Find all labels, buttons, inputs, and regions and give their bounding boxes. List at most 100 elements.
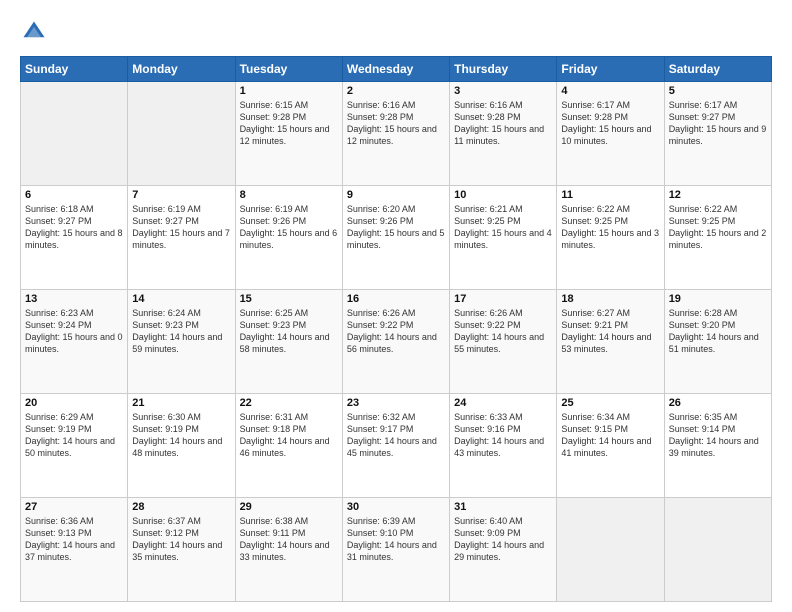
day-number: 22 (240, 397, 338, 409)
calendar-cell: 15 Sunrise: 6:25 AMSunset: 9:23 PMDayligh… (235, 290, 342, 394)
day-header-friday: Friday (557, 57, 664, 82)
calendar-cell: 23 Sunrise: 6:32 AMSunset: 9:17 PMDayligh… (342, 394, 449, 498)
day-number: 12 (669, 189, 767, 201)
calendar-cell: 22Sunrise: 6:31 AMSunset: 9:18 PMDayligh… (235, 394, 342, 498)
logo (20, 18, 52, 46)
day-header-wednesday: Wednesday (342, 57, 449, 82)
day-number: 9 (347, 189, 445, 201)
header-row: SundayMondayTuesdayWednesdayThursdayFrid… (21, 57, 772, 82)
calendar-body: 1Sunrise: 6:15 AMSunset: 9:28 PMDaylight… (21, 82, 772, 602)
calendar-cell: 4 Sunrise: 6:17 AMSunset: 9:28 PMDaylight… (557, 82, 664, 186)
calendar-cell (128, 82, 235, 186)
cell-info: Sunrise: 6:28 AMSunset: 9:20 PMDaylight:… (669, 307, 767, 356)
cell-info: Sunrise: 6:21 AMSunset: 9:25 PMDaylight:… (454, 203, 552, 252)
page: SundayMondayTuesdayWednesdayThursdayFrid… (0, 0, 792, 612)
day-number: 15 (240, 293, 338, 305)
calendar-cell: 20 Sunrise: 6:29 AMSunset: 9:19 PMDayligh… (21, 394, 128, 498)
calendar-cell: 21Sunrise: 6:30 AMSunset: 9:19 PMDayligh… (128, 394, 235, 498)
calendar-cell: 1Sunrise: 6:15 AMSunset: 9:28 PMDaylight… (235, 82, 342, 186)
cell-info: Sunrise: 6:36 AMSunset: 9:13 PMDaylight:… (25, 515, 123, 564)
cell-info: Sunrise: 6:16 AMSunset: 9:28 PMDaylight:… (347, 99, 445, 148)
calendar-cell: 19 Sunrise: 6:28 AMSunset: 9:20 PMDayligh… (664, 290, 771, 394)
day-number: 13 (25, 293, 123, 305)
calendar-cell: 5Sunrise: 6:17 AMSunset: 9:27 PMDaylight… (664, 82, 771, 186)
day-number: 18 (561, 293, 659, 305)
day-number: 11 (561, 189, 659, 201)
day-number: 7 (132, 189, 230, 201)
calendar-cell: 13 Sunrise: 6:23 AMSunset: 9:24 PMDayligh… (21, 290, 128, 394)
cell-info: Sunrise: 6:26 AMSunset: 9:22 PMDaylight:… (347, 307, 445, 356)
week-row-2: 6 Sunrise: 6:18 AMSunset: 9:27 PMDaylight… (21, 186, 772, 290)
day-number: 28 (132, 501, 230, 513)
cell-info: Sunrise: 6:39 AMSunset: 9:10 PMDaylight:… (347, 515, 445, 564)
day-number: 23 (347, 397, 445, 409)
calendar-cell: 31Sunrise: 6:40 AMSunset: 9:09 PMDayligh… (450, 498, 557, 602)
calendar-cell: 17Sunrise: 6:26 AMSunset: 9:22 PMDayligh… (450, 290, 557, 394)
calendar-cell: 9 Sunrise: 6:20 AMSunset: 9:26 PMDaylight… (342, 186, 449, 290)
day-number: 30 (347, 501, 445, 513)
calendar-cell: 29Sunrise: 6:38 AMSunset: 9:11 PMDayligh… (235, 498, 342, 602)
week-row-1: 1Sunrise: 6:15 AMSunset: 9:28 PMDaylight… (21, 82, 772, 186)
week-row-4: 20 Sunrise: 6:29 AMSunset: 9:19 PMDayligh… (21, 394, 772, 498)
day-number: 27 (25, 501, 123, 513)
calendar-cell (557, 498, 664, 602)
day-number: 26 (669, 397, 767, 409)
day-number: 8 (240, 189, 338, 201)
calendar-cell (21, 82, 128, 186)
week-row-3: 13 Sunrise: 6:23 AMSunset: 9:24 PMDayligh… (21, 290, 772, 394)
cell-info: Sunrise: 6:34 AMSunset: 9:15 PMDaylight:… (561, 411, 659, 460)
cell-info: Sunrise: 6:23 AMSunset: 9:24 PMDaylight:… (25, 307, 123, 356)
calendar-cell: 16 Sunrise: 6:26 AMSunset: 9:22 PMDayligh… (342, 290, 449, 394)
day-number: 16 (347, 293, 445, 305)
calendar-header: SundayMondayTuesdayWednesdayThursdayFrid… (21, 57, 772, 82)
calendar-cell: 6 Sunrise: 6:18 AMSunset: 9:27 PMDaylight… (21, 186, 128, 290)
header (20, 18, 772, 46)
day-header-thursday: Thursday (450, 57, 557, 82)
calendar-cell: 11 Sunrise: 6:22 AMSunset: 9:25 PMDayligh… (557, 186, 664, 290)
day-number: 25 (561, 397, 659, 409)
day-number: 10 (454, 189, 552, 201)
calendar-table: SundayMondayTuesdayWednesdayThursdayFrid… (20, 56, 772, 602)
calendar-cell: 8 Sunrise: 6:19 AMSunset: 9:26 PMDaylight… (235, 186, 342, 290)
calendar-cell: 30 Sunrise: 6:39 AMSunset: 9:10 PMDayligh… (342, 498, 449, 602)
calendar-cell: 28 Sunrise: 6:37 AMSunset: 9:12 PMDayligh… (128, 498, 235, 602)
calendar-cell: 2 Sunrise: 6:16 AMSunset: 9:28 PMDaylight… (342, 82, 449, 186)
cell-info: Sunrise: 6:15 AMSunset: 9:28 PMDaylight:… (240, 99, 338, 148)
day-number: 4 (561, 85, 659, 97)
day-header-saturday: Saturday (664, 57, 771, 82)
cell-info: Sunrise: 6:33 AMSunset: 9:16 PMDaylight:… (454, 411, 552, 460)
day-number: 2 (347, 85, 445, 97)
day-number: 24 (454, 397, 552, 409)
cell-info: Sunrise: 6:26 AMSunset: 9:22 PMDaylight:… (454, 307, 552, 356)
cell-info: Sunrise: 6:22 AMSunset: 9:25 PMDaylight:… (561, 203, 659, 252)
day-number: 5 (669, 85, 767, 97)
calendar-cell: 7 Sunrise: 6:19 AMSunset: 9:27 PMDaylight… (128, 186, 235, 290)
day-header-monday: Monday (128, 57, 235, 82)
calendar-cell: 3Sunrise: 6:16 AMSunset: 9:28 PMDaylight… (450, 82, 557, 186)
cell-info: Sunrise: 6:22 AMSunset: 9:25 PMDaylight:… (669, 203, 767, 252)
day-number: 31 (454, 501, 552, 513)
cell-info: Sunrise: 6:19 AMSunset: 9:26 PMDaylight:… (240, 203, 338, 252)
day-number: 19 (669, 293, 767, 305)
cell-info: Sunrise: 6:37 AMSunset: 9:12 PMDaylight:… (132, 515, 230, 564)
day-number: 20 (25, 397, 123, 409)
cell-info: Sunrise: 6:29 AMSunset: 9:19 PMDaylight:… (25, 411, 123, 460)
cell-info: Sunrise: 6:20 AMSunset: 9:26 PMDaylight:… (347, 203, 445, 252)
cell-info: Sunrise: 6:32 AMSunset: 9:17 PMDaylight:… (347, 411, 445, 460)
calendar-cell: 27 Sunrise: 6:36 AMSunset: 9:13 PMDayligh… (21, 498, 128, 602)
day-header-tuesday: Tuesday (235, 57, 342, 82)
cell-info: Sunrise: 6:27 AMSunset: 9:21 PMDaylight:… (561, 307, 659, 356)
calendar-cell: 26 Sunrise: 6:35 AMSunset: 9:14 PMDayligh… (664, 394, 771, 498)
day-number: 6 (25, 189, 123, 201)
calendar-cell: 12 Sunrise: 6:22 AMSunset: 9:25 PMDayligh… (664, 186, 771, 290)
cell-info: Sunrise: 6:17 AMSunset: 9:28 PMDaylight:… (561, 99, 659, 148)
day-header-sunday: Sunday (21, 57, 128, 82)
cell-info: Sunrise: 6:19 AMSunset: 9:27 PMDaylight:… (132, 203, 230, 252)
day-number: 14 (132, 293, 230, 305)
cell-info: Sunrise: 6:30 AMSunset: 9:19 PMDaylight:… (132, 411, 230, 460)
day-number: 29 (240, 501, 338, 513)
cell-info: Sunrise: 6:18 AMSunset: 9:27 PMDaylight:… (25, 203, 123, 252)
cell-info: Sunrise: 6:35 AMSunset: 9:14 PMDaylight:… (669, 411, 767, 460)
cell-info: Sunrise: 6:25 AMSunset: 9:23 PMDaylight:… (240, 307, 338, 356)
cell-info: Sunrise: 6:24 AMSunset: 9:23 PMDaylight:… (132, 307, 230, 356)
